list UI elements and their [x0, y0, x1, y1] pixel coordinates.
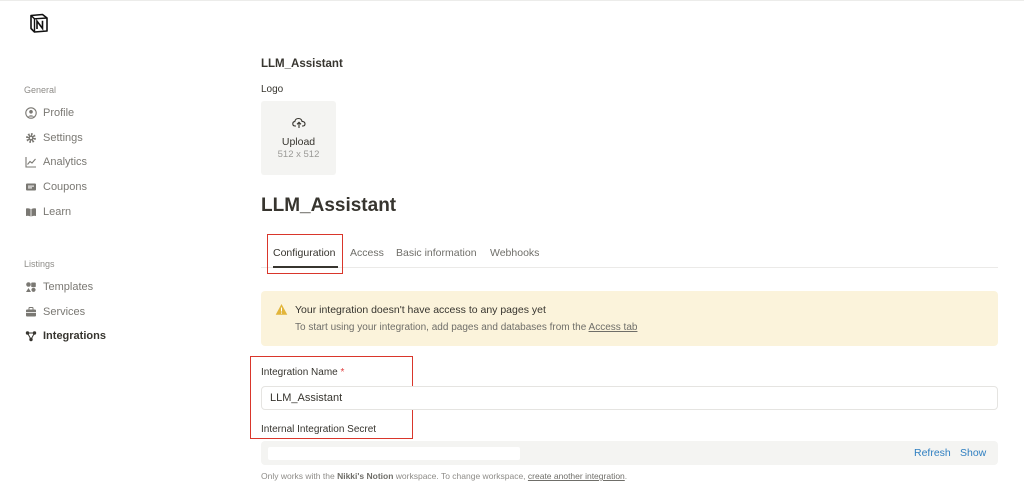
integration-name-header: LLM_Assistant — [261, 58, 343, 70]
logo-label: Logo — [261, 84, 284, 95]
access-warning-banner: Your integration doesn't have access to … — [261, 291, 998, 346]
workspace-footnote: Only works with the Nikki's Notion works… — [261, 471, 627, 481]
sidebar-item-label: Learn — [43, 206, 72, 218]
sidebar-item-label: Templates — [43, 281, 94, 293]
upload-label: Upload — [281, 136, 316, 148]
highlight-box-configuration — [267, 234, 343, 274]
integration-name-label: Integration Name * — [261, 367, 344, 378]
required-mark: * — [340, 367, 345, 378]
footnote-prefix: Only works with the — [261, 471, 338, 481]
sidebar-item-label: Services — [43, 306, 86, 318]
briefcase-icon — [24, 306, 37, 319]
sidebar-item-analytics[interactable]: Analytics — [24, 153, 87, 171]
integrations-icon — [24, 330, 37, 343]
top-divider — [0, 0, 1024, 1]
tab-basic-information[interactable]: Basic information — [396, 247, 477, 259]
refresh-secret-button[interactable]: Refresh — [914, 447, 951, 459]
warning-title: Your integration doesn't have access to … — [295, 304, 546, 316]
integration-name-label-text: Integration Name — [261, 367, 338, 378]
tab-access[interactable]: Access — [350, 247, 384, 259]
coupon-icon — [24, 181, 37, 194]
footnote-middle: workspace. To change workspace, — [393, 471, 528, 481]
sidebar-item-templates[interactable]: Templates — [24, 278, 93, 296]
page-title: LLM_Assistant — [261, 195, 397, 216]
sidebar-item-coupons[interactable]: Coupons — [24, 178, 87, 196]
sidebar-heading-listings: Listings — [24, 259, 55, 269]
logo-upload-button[interactable]: Upload 512 x 512 — [261, 101, 336, 175]
sidebar-item-label: Integrations — [43, 330, 106, 342]
sidebar-item-integrations[interactable]: Integrations — [24, 327, 106, 345]
access-tab-link[interactable]: Access tab — [589, 322, 638, 333]
gear-icon — [24, 132, 37, 145]
show-secret-button[interactable]: Show — [960, 447, 986, 459]
analytics-icon — [24, 156, 37, 169]
secret-value-masked — [268, 447, 520, 460]
sidebar-heading-general: General — [24, 85, 57, 95]
integration-name-input[interactable]: LLM_Assistant — [261, 386, 998, 410]
upload-size-hint: 512 x 512 — [277, 149, 320, 160]
templates-icon — [24, 281, 37, 294]
profile-icon — [24, 107, 37, 120]
footnote-suffix: . — [624, 471, 628, 481]
tab-bar: Configuration Access Basic information W… — [261, 236, 998, 268]
sidebar-item-label: Settings — [43, 132, 83, 144]
sidebar-item-profile[interactable]: Profile — [24, 104, 74, 122]
sidebar-item-settings[interactable]: Settings — [24, 129, 83, 147]
sidebar-item-label: Coupons — [43, 181, 88, 193]
cloud-upload-icon — [291, 116, 306, 134]
sidebar-item-label: Profile — [43, 107, 75, 119]
workspace-name: Nikki's Notion — [337, 471, 394, 481]
book-icon — [24, 206, 37, 219]
integration-secret-field: Refresh Show — [261, 441, 998, 465]
sidebar-item-learn[interactable]: Learn — [24, 203, 71, 221]
integration-secret-label: Internal Integration Secret — [261, 424, 377, 435]
sidebar-item-label: Analytics — [43, 156, 88, 168]
warning-icon — [275, 303, 288, 316]
warning-text-prefix: To start using your integration, add pag… — [295, 322, 589, 333]
create-integration-link[interactable]: create another integration — [528, 471, 625, 481]
warning-text: To start using your integration, add pag… — [295, 322, 637, 333]
notion-logo-icon[interactable] — [28, 12, 50, 34]
tab-webhooks[interactable]: Webhooks — [490, 247, 539, 259]
sidebar-item-services[interactable]: Services — [24, 303, 85, 321]
